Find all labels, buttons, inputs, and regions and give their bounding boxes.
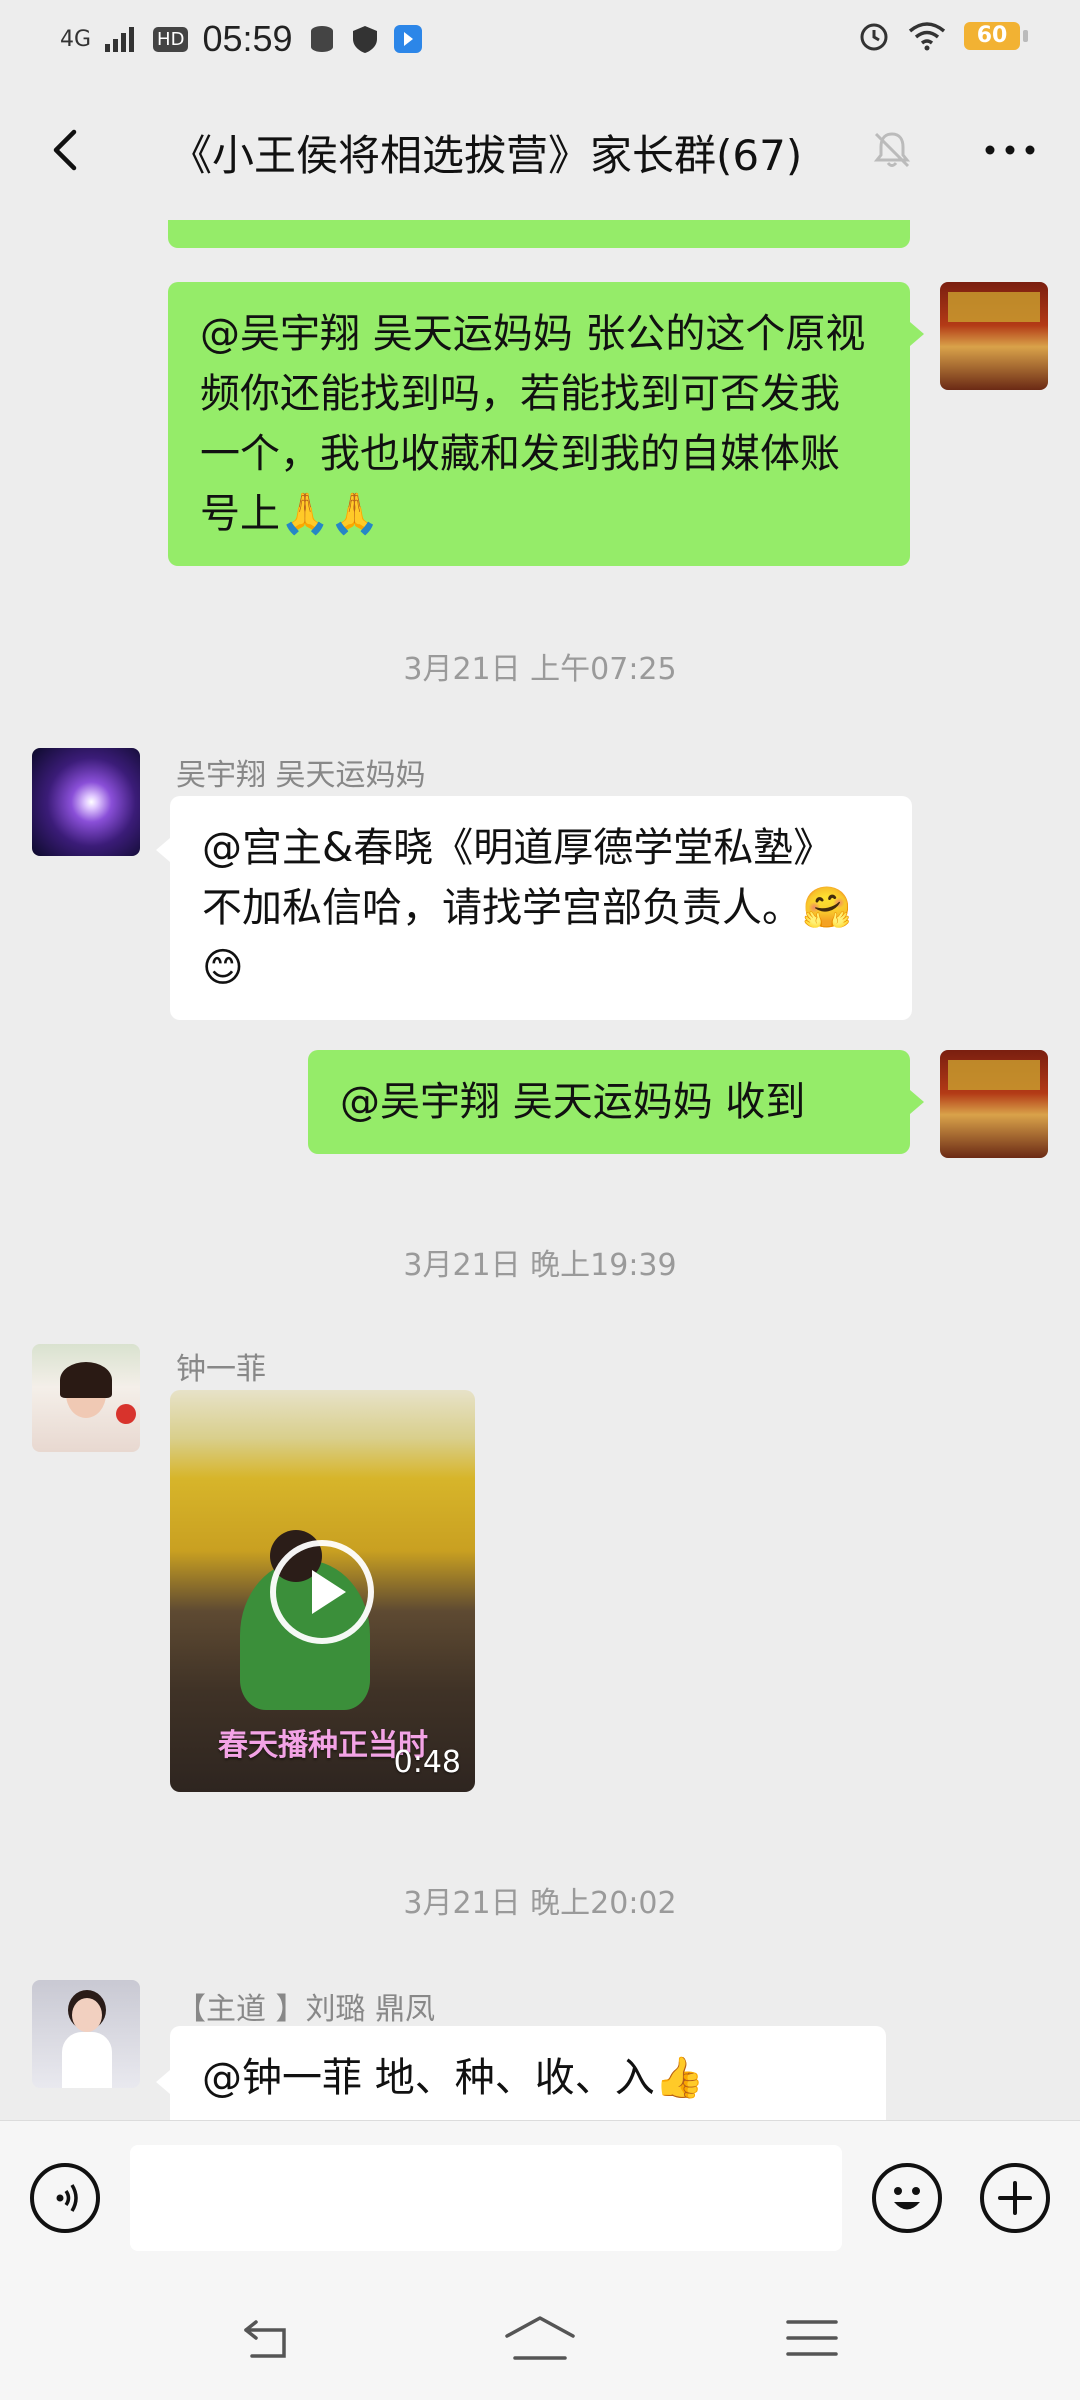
shield-icon xyxy=(352,26,377,53)
video-duration: 0:48 xyxy=(393,1745,461,1780)
storage-icon xyxy=(310,26,333,52)
status-bar: 4G HD 05:59 60 xyxy=(0,0,1080,80)
wifi-icon xyxy=(908,22,946,51)
bubble-tail xyxy=(910,1090,924,1114)
bubble-tail xyxy=(156,838,170,862)
signal-icon xyxy=(105,27,135,52)
timestamp: 3月21日 晚上19:39 xyxy=(403,1248,677,1283)
input-bar xyxy=(0,2120,1080,2283)
chat-title: 《小王侯将相选拔营》家长群(67) xyxy=(170,131,803,180)
previous-message-bubble xyxy=(168,220,910,248)
avatar-hair xyxy=(60,1362,112,1398)
back-icon[interactable] xyxy=(36,120,96,180)
network-type: 4G xyxy=(60,26,92,52)
add-button[interactable] xyxy=(980,2163,1050,2233)
message-text: @吴宇翔 吴天运妈妈 张公的这个原视频你还能找到吗，若能找到可否发我一个，我也收… xyxy=(200,311,866,537)
system-menu-icon[interactable] xyxy=(784,2314,840,2364)
message-text: @宫主&春晓《明道厚德学堂私塾》 不加私信哈，请找学宫部负责人。🤗😊 xyxy=(202,825,852,991)
avatar-flower xyxy=(116,1404,136,1424)
timestamp: 3月21日 上午07:25 xyxy=(403,652,677,687)
video-message[interactable]: 春天播种正当时 0:48 xyxy=(170,1390,475,1792)
timestamp: 3月21日 晚上20:02 xyxy=(403,1886,677,1921)
avatar-banner xyxy=(948,1060,1040,1090)
message-list[interactable]: @吴宇翔 吴天运妈妈 张公的这个原视频你还能找到吗，若能找到可否发我一个，我也收… xyxy=(0,220,1080,2120)
incoming-message[interactable]: @钟一菲 地、种、收、入👍 xyxy=(170,2026,886,2120)
battery-indicator: 60 xyxy=(964,22,1028,50)
my-avatar[interactable] xyxy=(940,1050,1048,1158)
avatar-banner xyxy=(948,292,1040,322)
outgoing-message[interactable]: @吴宇翔 吴天运妈妈 收到 xyxy=(308,1050,910,1154)
bubble-tail xyxy=(910,322,924,346)
avatar-body xyxy=(62,2032,112,2088)
mute-bell-icon xyxy=(873,132,911,168)
emoji-button[interactable] xyxy=(872,2163,942,2233)
sender-avatar[interactable] xyxy=(32,1980,140,2088)
sender-avatar[interactable] xyxy=(32,1344,140,1452)
sender-name: 吴宇翔 吴天运妈妈 xyxy=(176,758,426,793)
voice-button[interactable] xyxy=(30,2163,100,2233)
incoming-message[interactable]: @宫主&春晓《明道厚德学堂私塾》 不加私信哈，请找学宫部负责人。🤗😊 xyxy=(170,796,912,1020)
play-icon[interactable] xyxy=(270,1540,374,1644)
sender-avatar[interactable] xyxy=(32,748,140,856)
my-avatar[interactable] xyxy=(940,282,1048,390)
sender-name: 钟一菲 xyxy=(176,1352,266,1387)
system-navigation-bar xyxy=(0,2282,1080,2400)
message-input[interactable] xyxy=(130,2145,842,2251)
voice-icon xyxy=(56,2184,78,2212)
hd-badge: HD xyxy=(153,26,189,52)
more-icon[interactable] xyxy=(980,130,1040,170)
message-text: @钟一菲 地、种、收、入👍 xyxy=(202,2055,705,2101)
plus-icon xyxy=(998,2181,1032,2215)
sender-name: 【主道 】刘璐 鼎凤 xyxy=(176,1992,436,2027)
system-back-icon[interactable] xyxy=(240,2314,300,2364)
bubble-tail xyxy=(156,2070,170,2094)
clock: 05:59 xyxy=(202,18,293,59)
outgoing-message[interactable]: @吴宇翔 吴天运妈妈 张公的这个原视频你还能找到吗，若能找到可否发我一个，我也收… xyxy=(168,282,910,566)
avatar-face xyxy=(72,1998,102,2032)
message-text: @吴宇翔 吴天运妈妈 收到 xyxy=(340,1079,806,1125)
system-home-icon[interactable] xyxy=(503,2314,577,2364)
app-notify-icon xyxy=(393,25,422,53)
alarm-icon xyxy=(860,23,888,51)
chat-header: 《小王侯将相选拔营》家长群(67) xyxy=(0,80,1080,220)
smiley-icon xyxy=(894,2187,920,2210)
